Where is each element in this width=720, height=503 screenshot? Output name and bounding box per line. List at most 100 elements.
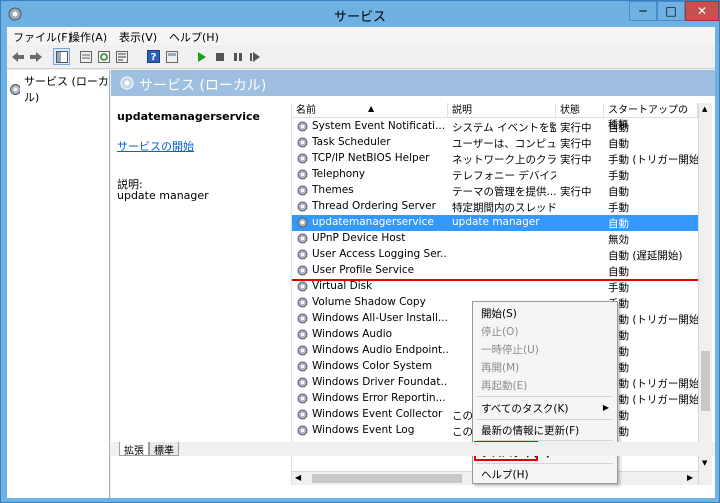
table-row[interactable]: User Profile Service 自動 — [292, 263, 698, 279]
cell-description: システム イベントを監... — [452, 122, 556, 134]
submenu-arrow-icon: ▶ — [602, 403, 609, 412]
selection-highlight-underline — [292, 279, 698, 281]
ctx-resume[interactable]: 再開(M) — [481, 360, 519, 375]
table-row[interactable]: Telephony テレフォニー デバイス... 手動 — [292, 167, 698, 183]
gear-icon — [297, 217, 308, 228]
menu-bar: ファイル(F) 操作(A) 表示(V) ヘルプ(H) — [7, 27, 715, 45]
table-row[interactable]: updatemanagerservice update manager 自動 — [292, 215, 698, 231]
table-row[interactable]: Themes テーマの管理を提供... 実行中 自動 — [292, 183, 698, 199]
cell-name: Virtual Disk — [312, 280, 373, 292]
ctx-refresh[interactable]: 最新の情報に更新(F) — [481, 423, 579, 438]
scroll-left-icon[interactable]: ◀ — [295, 473, 301, 482]
menu-action[interactable]: 操作(A) — [69, 29, 107, 45]
ctx-restart[interactable]: 再起動(E) — [481, 378, 527, 393]
menu-view[interactable]: 表示(V) — [119, 29, 157, 45]
refresh-icon[interactable] — [95, 48, 112, 65]
cell-startup: 手動 (トリガー開始) — [608, 154, 698, 166]
cell-name: UPnP Device Host — [312, 232, 406, 244]
play-icon[interactable] — [193, 48, 210, 65]
properties-icon[interactable] — [113, 48, 130, 65]
services-window: サービス ─ □ ✕ ファイル(F) 操作(A) 表示(V) ヘルプ(H) ? — [0, 0, 720, 503]
stop-icon[interactable] — [211, 48, 228, 65]
scroll-thumb[interactable] — [701, 351, 710, 411]
cell-status: 実行中 — [560, 138, 592, 150]
cell-startup: 手動 — [608, 202, 629, 214]
forward-icon[interactable] — [27, 48, 44, 65]
help-icon[interactable]: ? — [145, 48, 162, 65]
column-header-status[interactable]: 状態 — [556, 103, 604, 118]
client-area: ファイル(F) 操作(A) 表示(V) ヘルプ(H) ? サービス (ローカル) — [7, 27, 715, 498]
scroll-up-icon[interactable]: ▲ — [702, 105, 707, 113]
column-header-description[interactable]: 説明 — [448, 103, 556, 118]
table-row[interactable]: Thread Ordering Server 特定期間内のスレッド... 手動 — [292, 199, 698, 215]
cell-description: ユーザーは、コンピュー... — [452, 138, 556, 150]
hscroll-thumb[interactable] — [312, 474, 462, 483]
column-header-name[interactable]: 名前 ▲ — [292, 103, 448, 118]
cell-status: 実行中 — [560, 186, 592, 198]
table-row[interactable]: Task Scheduler ユーザーは、コンピュー... 実行中 自動 — [292, 135, 698, 151]
menu-help[interactable]: ヘルプ(H) — [169, 29, 219, 45]
tab-standard[interactable]: 標準 — [149, 442, 179, 457]
tab-extended[interactable]: 拡張 — [119, 442, 149, 457]
cell-name: Telephony — [312, 168, 366, 180]
ctx-all-tasks[interactable]: すべてのタスク(K) — [481, 401, 568, 416]
cell-startup: 自動 — [608, 218, 629, 230]
table-row[interactable]: TCP/IP NetBIOS Helper ネットワーク上のクライ... 実行中 手動… — [292, 151, 698, 167]
ctx-help[interactable]: ヘルプ(H) — [481, 467, 529, 482]
cell-startup: 手動 — [608, 330, 629, 342]
maximize-button[interactable]: □ — [657, 1, 685, 21]
ctx-start[interactable]: 開始(S) — [481, 306, 517, 321]
cell-name: Windows Driver Foundat... — [312, 376, 448, 388]
cell-name: Windows Event Log — [312, 424, 415, 436]
console-icon[interactable] — [163, 48, 180, 65]
cell-name: User Access Logging Ser... — [312, 248, 448, 260]
ctx-separator — [477, 463, 613, 464]
scroll-right-icon[interactable]: ▶ — [687, 473, 693, 482]
scroll-down-icon[interactable]: ▼ — [702, 459, 707, 467]
pause-icon[interactable] — [229, 48, 246, 65]
gear-icon — [120, 76, 134, 90]
minimize-button[interactable]: ─ — [629, 1, 657, 21]
window-title: サービス — [333, 10, 386, 25]
table-row[interactable]: UPnP Device Host 無効 — [292, 231, 698, 247]
console-tree-pane: サービス (ローカル) — [7, 70, 110, 498]
cell-startup: 自動 — [608, 138, 629, 150]
back-icon[interactable] — [9, 48, 26, 65]
cell-name: updatemanagerservice — [312, 216, 434, 228]
console-tree-icon[interactable] — [53, 48, 70, 65]
title-bar[interactable]: サービス ─ □ ✕ — [1, 1, 719, 27]
gear-icon — [297, 393, 308, 404]
table-row[interactable]: System Event Notificati... システム イベントを監...… — [292, 119, 698, 135]
vertical-scrollbar[interactable]: ▲ ▼ — [698, 103, 712, 485]
start-service-link[interactable]: サービスの開始 — [117, 138, 194, 154]
gear-icon — [297, 265, 308, 276]
export-icon[interactable] — [77, 48, 94, 65]
sort-ascending-icon: ▲ — [368, 104, 375, 113]
cell-name: Windows All-User Install... — [312, 312, 448, 324]
cell-description: 特定期間内のスレッド... — [452, 202, 556, 214]
table-row[interactable]: User Access Logging Ser... 自動 (遅延開始) — [292, 247, 698, 263]
cell-status: 実行中 — [560, 154, 592, 166]
cell-name: Windows Color System — [312, 360, 433, 372]
cell-description: テーマの管理を提供... — [452, 186, 556, 198]
menu-file[interactable]: ファイル(F) — [13, 29, 72, 45]
table-row[interactable]: Virtual Disk 手動 — [292, 279, 698, 295]
cell-startup: 手動 — [608, 410, 629, 422]
ctx-stop[interactable]: 停止(O) — [481, 324, 518, 339]
gear-icon — [297, 249, 308, 260]
cell-name: Windows Error Reportin... — [312, 392, 446, 404]
close-button[interactable]: ✕ — [685, 1, 719, 21]
cell-name: User Profile Service — [312, 264, 415, 276]
cell-name: Themes — [312, 184, 354, 196]
cell-startup: 手動 (トリガー開始) — [608, 394, 698, 406]
cell-startup: 自動 — [608, 266, 629, 278]
tree-item-services-local[interactable]: サービス (ローカル) — [9, 73, 109, 105]
selected-service-name: updatemanagerservice — [117, 110, 260, 123]
ctx-pause[interactable]: 一時停止(U) — [481, 342, 539, 357]
gear-icon — [297, 137, 308, 148]
cell-name: Thread Ordering Server — [312, 200, 436, 212]
cell-startup: 無効 — [608, 234, 629, 246]
restart-icon[interactable] — [247, 48, 264, 65]
column-header-startup[interactable]: スタートアップの種類 — [604, 103, 698, 131]
cell-name: Windows Audio Endpoint... — [312, 344, 448, 356]
